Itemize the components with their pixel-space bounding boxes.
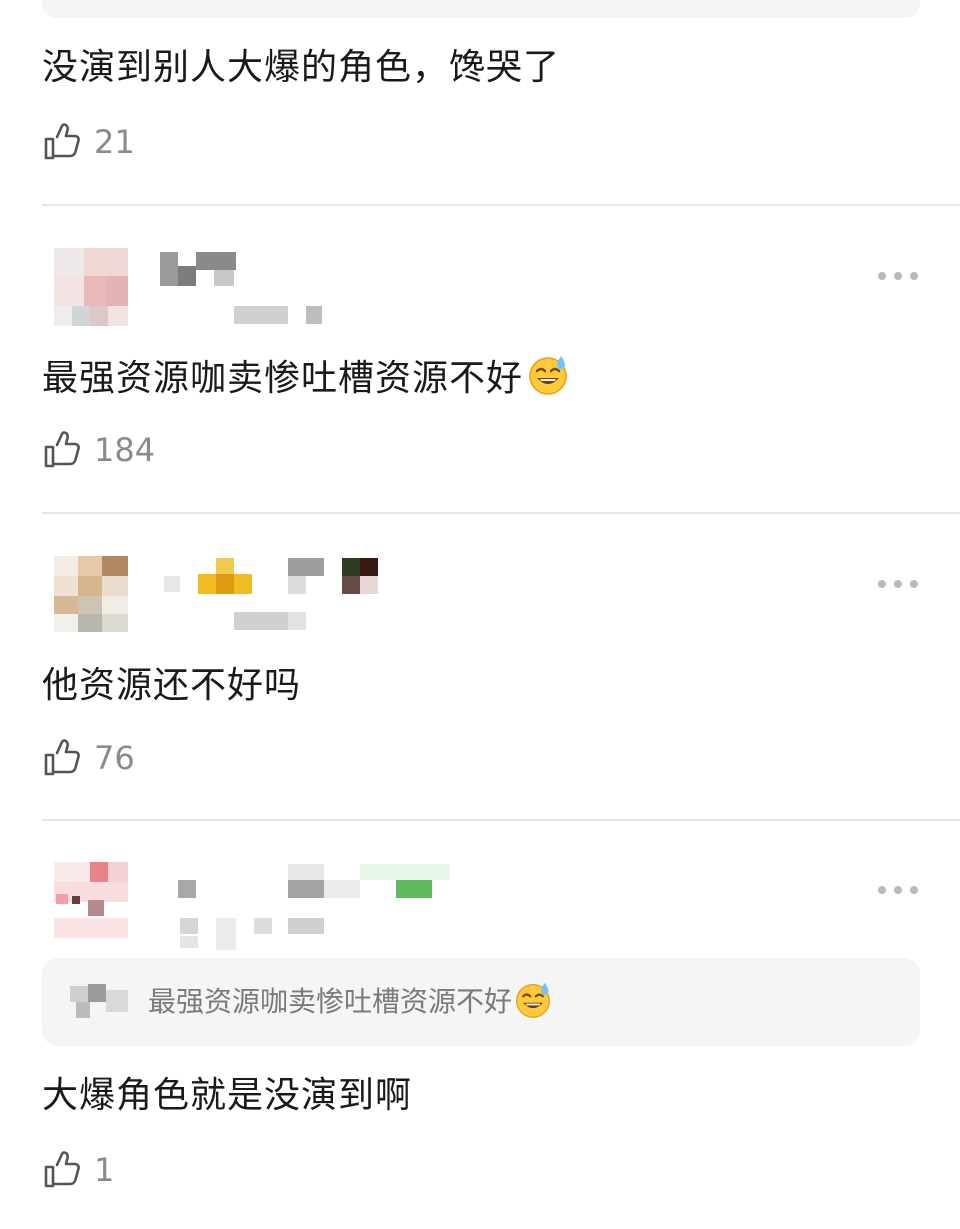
like-button[interactable]: 1 <box>42 1148 114 1192</box>
like-count: 76 <box>94 739 135 777</box>
like-count: 21 <box>94 123 135 161</box>
comment-text: 没演到别人大爆的角色，馋哭了 <box>42 47 561 88</box>
avatar[interactable] <box>42 862 132 942</box>
divider <box>42 819 960 821</box>
like-button[interactable]: 76 <box>42 736 135 780</box>
like-count: 184 <box>94 431 156 469</box>
quoted-text: 最强资源咖卖惨吐槽资源不好 <box>148 978 552 1026</box>
avatar[interactable] <box>42 248 132 328</box>
username[interactable] <box>160 556 460 636</box>
thumbs-up-icon <box>42 738 82 778</box>
sweat-smile-emoji <box>514 981 552 1019</box>
avatar[interactable] <box>42 556 132 636</box>
divider <box>42 204 960 206</box>
thumbs-up-icon <box>42 122 82 162</box>
more-dots-icon[interactable] <box>878 882 918 898</box>
like-button[interactable]: 21 <box>42 120 135 164</box>
username[interactable] <box>160 862 460 950</box>
quoted-username <box>70 984 130 1020</box>
previous-quote-edge <box>42 0 920 18</box>
like-count: 1 <box>94 1151 115 1189</box>
comment-text: 大爆角色就是没演到啊 <box>42 1075 413 1116</box>
sweat-smile-emoji <box>527 354 569 396</box>
thumbs-up-icon <box>42 1150 82 1190</box>
more-dots-icon[interactable] <box>878 268 918 284</box>
comment-text: 他资源还不好吗 <box>42 665 302 706</box>
thumbs-up-icon <box>42 430 82 470</box>
like-button[interactable]: 184 <box>42 428 155 472</box>
quoted-reply[interactable]: 最强资源咖卖惨吐槽资源不好 <box>42 958 920 1046</box>
more-dots-icon[interactable] <box>878 576 918 592</box>
comment-text: 最强资源咖卖惨吐槽资源不好 <box>42 354 569 403</box>
divider <box>42 512 960 514</box>
username[interactable] <box>160 248 460 328</box>
